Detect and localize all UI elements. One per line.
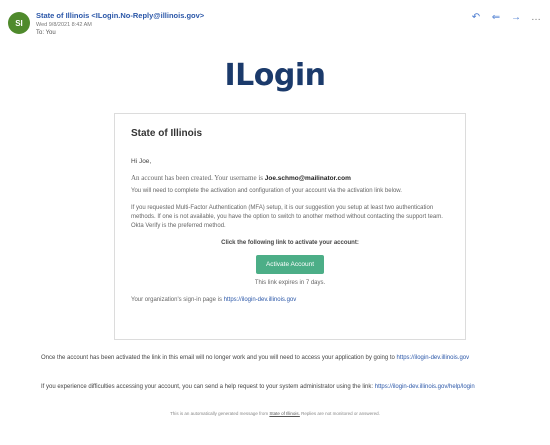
footer-org-name: State of Illinois. xyxy=(269,411,300,416)
activation-instructions: You will need to complete the activation… xyxy=(131,188,402,194)
activate-account-button[interactable]: Activate Account xyxy=(255,255,325,274)
ilogin-logo: ILogin xyxy=(0,58,550,98)
email-card: State of Illinois Hi Joe, An account has… xyxy=(114,113,466,340)
reply-all-icon[interactable]: ⇐ xyxy=(490,12,502,24)
footer-help-note: If you experience difficulties accessing… xyxy=(41,384,475,390)
mfa-text: If you requested Multi-Factor Authentica… xyxy=(131,205,443,229)
more-icon[interactable]: … xyxy=(530,12,542,24)
sender-avatar: SI xyxy=(8,12,30,34)
email-header: SI State of Illinois <ILogin.No-Reply@il… xyxy=(8,8,542,48)
card-title: State of Illinois xyxy=(131,128,203,139)
email-recipient: To: You xyxy=(36,30,56,36)
reply-icon[interactable]: ↶ xyxy=(470,12,482,24)
account-created-text: An account has been created. Your userna… xyxy=(131,174,351,182)
footer-app-link[interactable]: https://ilogin-dev.illinois.gov xyxy=(397,355,470,361)
logo-text: ILogin xyxy=(224,58,326,93)
username: Joe.schmo@mailinator.com xyxy=(264,175,351,182)
footer-help-link[interactable]: https://ilogin-dev.illinois.gov/help/log… xyxy=(375,384,475,390)
email-actions: ↶ ⇐ → … xyxy=(470,12,542,24)
greeting: Hi Joe, xyxy=(131,158,152,165)
sender-name[interactable]: State of Illinois <ILogin.No-Reply@illin… xyxy=(36,11,204,20)
cta-label: Click the following link to activate you… xyxy=(221,240,359,246)
signin-link[interactable]: https://ilogin-dev.illinois.gov xyxy=(224,297,297,303)
button-wrap: Activate Account xyxy=(131,253,449,274)
email-date: Wed 9/8/2021 8:42 AM xyxy=(36,22,92,28)
footer-auto-message: This is an automatically generated messa… xyxy=(170,411,380,416)
forward-icon[interactable]: → xyxy=(510,12,522,24)
link-expiry: This link expires in 7 days. xyxy=(254,280,326,286)
footer-activation-note: Once the account has been activated the … xyxy=(41,355,470,361)
signin-text: Your organization's sign-in page is http… xyxy=(131,297,297,303)
